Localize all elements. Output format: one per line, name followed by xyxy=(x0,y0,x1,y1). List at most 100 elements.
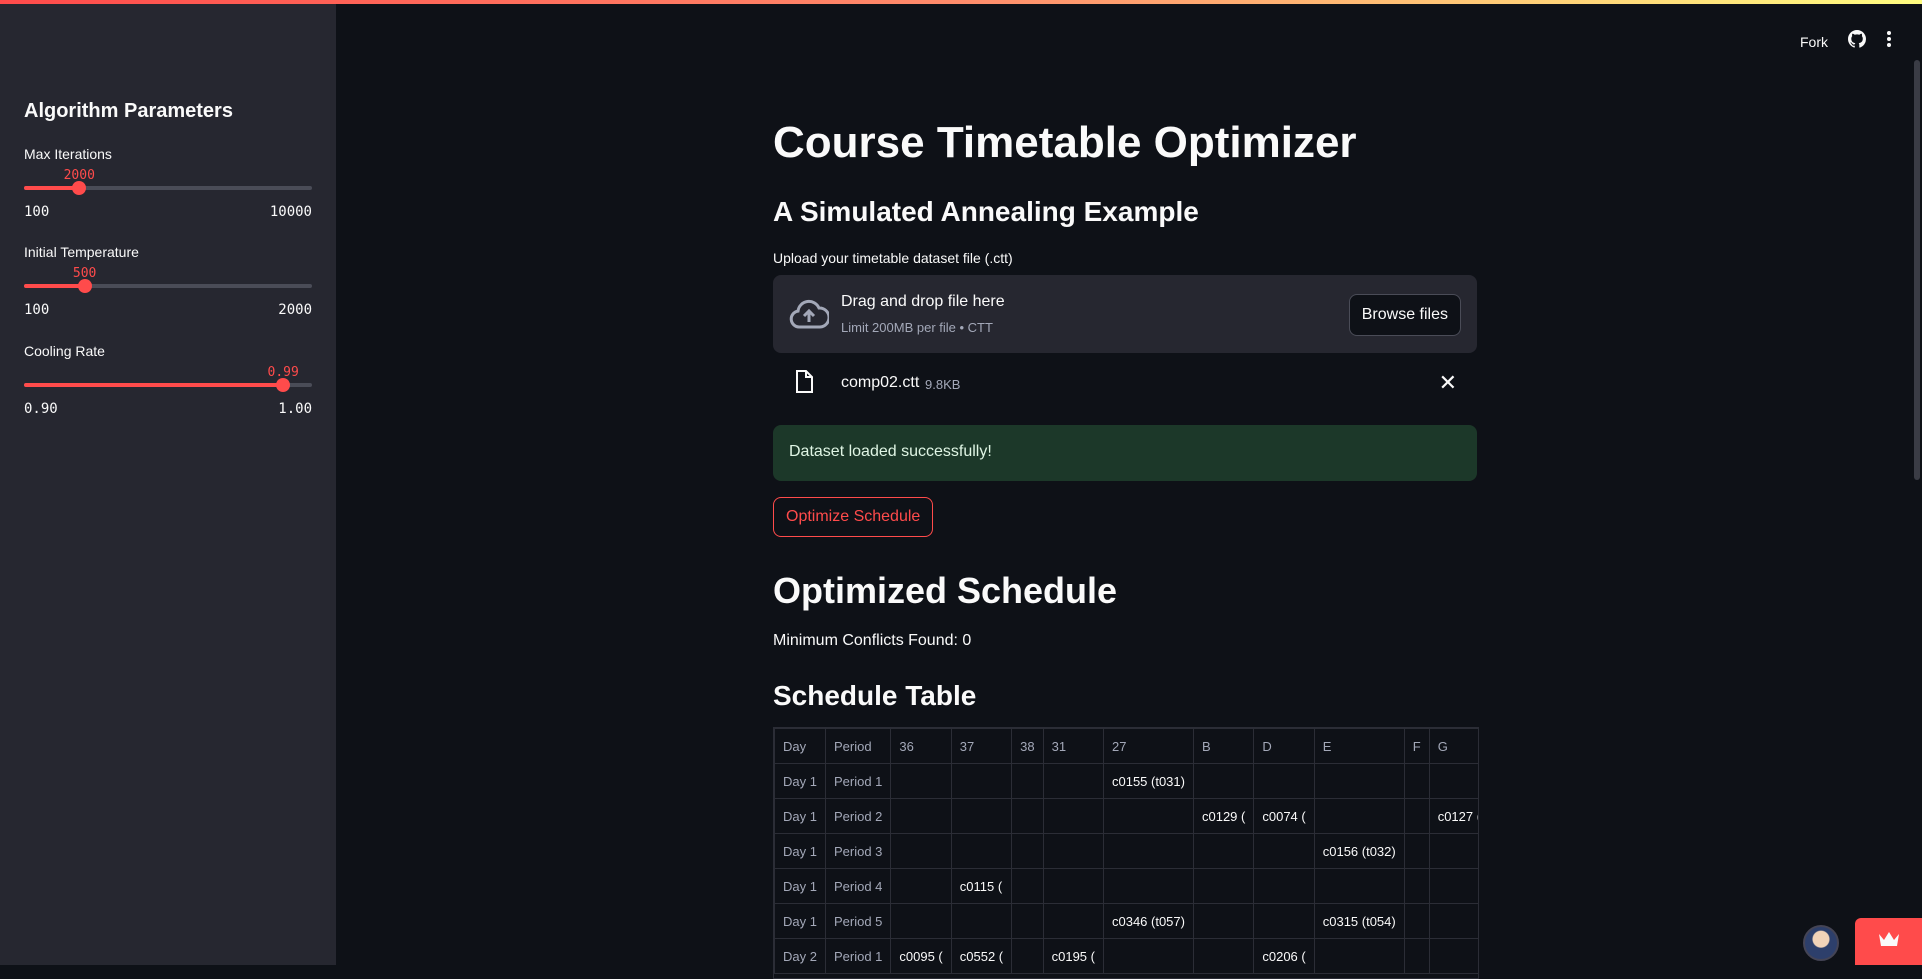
table-cell[interactable] xyxy=(1192,938,1255,974)
table-cell[interactable] xyxy=(1011,833,1044,869)
table-cell[interactable]: c0127 ( xyxy=(1428,798,1478,834)
table-cell[interactable] xyxy=(1011,798,1044,834)
table-cell[interactable] xyxy=(1428,938,1478,974)
slider-track[interactable] xyxy=(24,279,312,293)
table-cell[interactable] xyxy=(1428,763,1478,799)
table-cell[interactable]: Day 1 xyxy=(774,798,826,834)
table-cell[interactable] xyxy=(950,903,1013,939)
table-cell[interactable]: Period 2 xyxy=(824,798,892,834)
table-cell[interactable] xyxy=(1042,833,1104,869)
table-cell[interactable] xyxy=(1313,798,1405,834)
table-cell[interactable] xyxy=(1102,938,1194,974)
table-cell[interactable] xyxy=(890,868,952,904)
optimize-schedule-button[interactable]: Optimize Schedule xyxy=(773,497,934,537)
slider-thumb[interactable] xyxy=(276,378,291,392)
schedule-table[interactable]: DayPeriod3637383127BDEFGA Day 1Period 1c… xyxy=(773,727,1479,979)
table-cell[interactable]: Period 4 xyxy=(824,868,892,904)
table-cell[interactable]: c0155 (t031) xyxy=(1102,763,1194,799)
table-cell[interactable] xyxy=(1011,938,1044,974)
table-cell[interactable] xyxy=(1403,798,1430,834)
table-cell[interactable] xyxy=(1042,903,1104,939)
table-cell[interactable]: c0346 (t057) xyxy=(1102,903,1194,939)
slider-track[interactable] xyxy=(24,378,312,392)
table-cell[interactable]: c0552 ( xyxy=(950,938,1013,974)
table-cell[interactable]: c0115 ( xyxy=(950,868,1013,904)
column-header[interactable]: D xyxy=(1253,728,1315,764)
table-cell[interactable] xyxy=(1313,868,1405,904)
table-cell[interactable] xyxy=(1102,833,1194,869)
close-icon[interactable]: ✕ xyxy=(1439,370,1457,396)
initial-temperature-slider[interactable]: Initial Temperature 500 100 2000 xyxy=(24,244,312,318)
table-cell[interactable] xyxy=(1313,763,1405,799)
slider-track[interactable] xyxy=(24,181,312,195)
github-icon[interactable] xyxy=(1848,30,1867,53)
table-cell[interactable] xyxy=(1042,868,1104,904)
table-cell[interactable]: Period 1 xyxy=(824,938,892,974)
table-cell[interactable] xyxy=(1403,903,1430,939)
slider-thumb[interactable] xyxy=(77,279,92,293)
table-cell[interactable] xyxy=(1192,903,1255,939)
column-header[interactable]: F xyxy=(1403,728,1430,764)
column-header[interactable]: 36 xyxy=(890,728,952,764)
table-cell[interactable]: Day 1 xyxy=(774,763,826,799)
table-cell[interactable]: c0074 ( xyxy=(1253,798,1315,834)
table-cell[interactable] xyxy=(1253,903,1315,939)
file-dropzone[interactable]: Drag and drop file here Limit 200MB per … xyxy=(773,275,1477,353)
table-cell[interactable] xyxy=(1403,868,1430,904)
column-header[interactable]: 38 xyxy=(1011,728,1044,764)
table-cell[interactable] xyxy=(950,763,1013,799)
table-cell[interactable]: c0195 ( xyxy=(1042,938,1104,974)
table-cell[interactable] xyxy=(1011,903,1044,939)
table-cell[interactable] xyxy=(1428,903,1478,939)
table-cell[interactable] xyxy=(1192,763,1255,799)
cooling-rate-slider[interactable]: Cooling Rate 0.99 0.90 1.00 xyxy=(24,343,312,417)
table-cell[interactable] xyxy=(890,763,952,799)
table-cell[interactable] xyxy=(1192,868,1255,904)
table-cell[interactable] xyxy=(1192,833,1255,869)
table-cell[interactable] xyxy=(1102,798,1194,834)
table-cell[interactable]: Period 1 xyxy=(824,763,892,799)
scrollbar[interactable] xyxy=(1914,60,1920,480)
browse-files-button[interactable]: Browse files xyxy=(1348,294,1461,336)
table-cell[interactable] xyxy=(1253,763,1315,799)
table-cell[interactable] xyxy=(1403,938,1430,974)
table-cell[interactable] xyxy=(1403,833,1430,869)
table-cell[interactable] xyxy=(1042,763,1104,799)
table-cell[interactable] xyxy=(890,833,952,869)
slider-thumb[interactable] xyxy=(72,181,87,195)
table-cell[interactable] xyxy=(890,903,952,939)
table-cell[interactable]: Day 1 xyxy=(774,868,826,904)
column-header[interactable]: E xyxy=(1313,728,1405,764)
table-cell[interactable] xyxy=(1253,833,1315,869)
column-header[interactable]: 27 xyxy=(1102,728,1194,764)
table-cell[interactable] xyxy=(1313,938,1405,974)
column-header[interactable]: B xyxy=(1192,728,1255,764)
column-header[interactable]: G xyxy=(1428,728,1478,764)
table-cell[interactable]: Day 1 xyxy=(774,903,826,939)
table-cell[interactable]: c0095 ( xyxy=(890,938,952,974)
column-header[interactable]: 37 xyxy=(950,728,1013,764)
table-cell[interactable] xyxy=(1042,798,1104,834)
max-iterations-slider[interactable]: Max Iterations 2000 100 10000 xyxy=(24,146,312,220)
column-header[interactable]: Period xyxy=(824,728,892,764)
table-cell[interactable]: Day 2 xyxy=(774,938,826,974)
table-cell[interactable]: c0315 (t054) xyxy=(1313,903,1405,939)
table-cell[interactable] xyxy=(1428,833,1478,869)
avatar[interactable] xyxy=(1803,925,1839,961)
table-cell[interactable] xyxy=(1253,868,1315,904)
more-menu-icon[interactable] xyxy=(1886,30,1892,53)
table-cell[interactable] xyxy=(1428,868,1478,904)
streamlit-badge[interactable] xyxy=(1855,918,1922,965)
table-cell[interactable]: Period 3 xyxy=(824,833,892,869)
table-cell[interactable] xyxy=(890,798,952,834)
table-cell[interactable]: c0156 (t032) xyxy=(1313,833,1405,869)
table-cell[interactable] xyxy=(1403,763,1430,799)
table-cell[interactable] xyxy=(950,833,1013,869)
table-cell[interactable] xyxy=(950,798,1013,834)
fork-link[interactable]: Fork xyxy=(1800,34,1828,50)
column-header[interactable]: Day xyxy=(774,728,826,764)
column-header[interactable]: 31 xyxy=(1042,728,1104,764)
table-cell[interactable] xyxy=(1011,868,1044,904)
table-cell[interactable]: Period 5 xyxy=(824,903,892,939)
table-cell[interactable] xyxy=(1102,868,1194,904)
